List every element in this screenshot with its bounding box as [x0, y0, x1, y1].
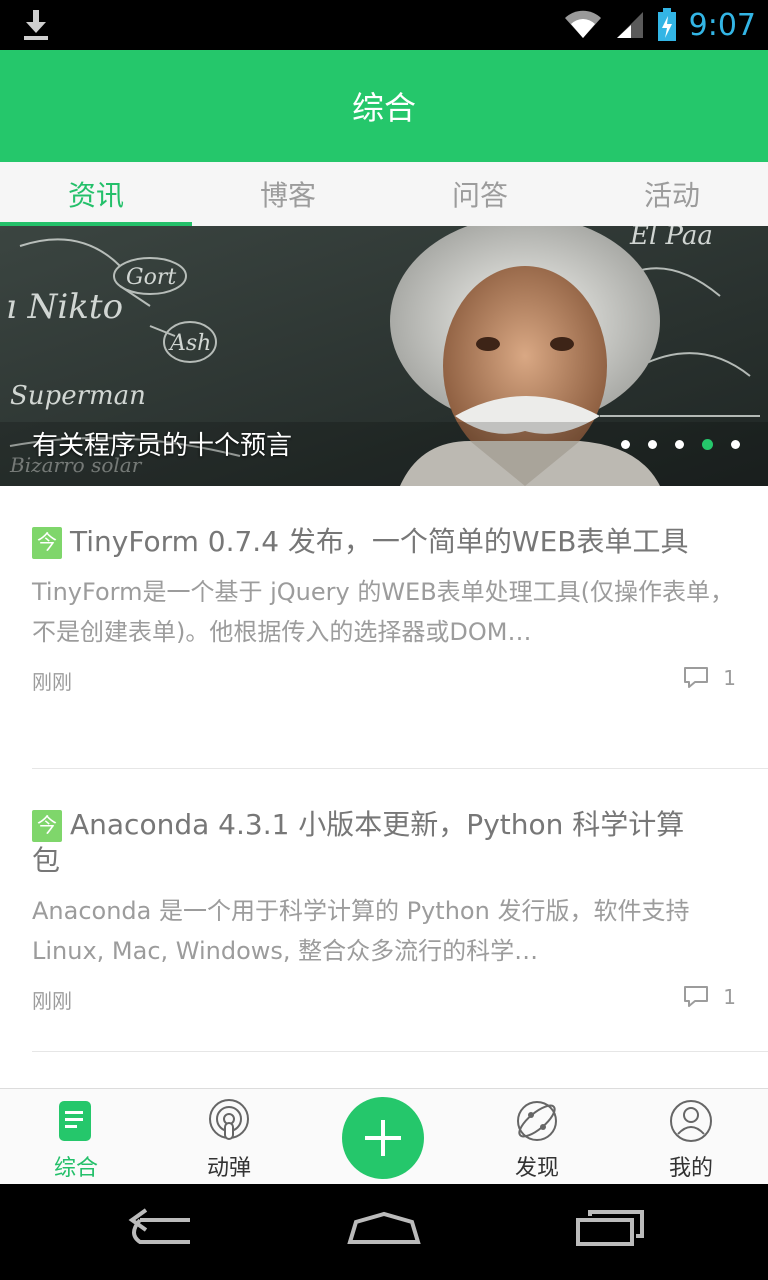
nav-label: 发现	[514, 1156, 559, 1181]
list-item[interactable]: 今 TinyForm 0.7.4 发布，一个简单的WEB表单工具 TinyForm…	[32, 524, 768, 769]
today-badge: 今	[32, 527, 62, 559]
article-list: 今 TinyForm 0.7.4 发布，一个简单的WEB表单工具 TinyForm…	[0, 486, 768, 1088]
svg-text:El Paa: El Paa	[629, 226, 713, 251]
tab-label: 资讯	[67, 179, 124, 212]
svg-text:Ash: Ash	[168, 331, 211, 356]
explore-icon	[517, 1101, 557, 1141]
page-title: 综合	[351, 89, 416, 127]
comment-count[interactable]: 1	[683, 666, 736, 690]
battery-charging-icon	[657, 8, 676, 41]
comment-count-value: 1	[723, 666, 736, 690]
banner-title: 有关程序员的十个预言	[32, 431, 293, 461]
back-icon[interactable]	[124, 1206, 196, 1250]
home-icon[interactable]	[346, 1206, 422, 1250]
carousel-dot	[621, 440, 630, 449]
carousel-dot	[648, 440, 657, 449]
article-time: 刚刚	[32, 670, 72, 694]
nav-label: 动弹	[206, 1156, 251, 1181]
svg-text:Gort: Gort	[126, 265, 176, 290]
carousel-dot	[675, 440, 684, 449]
nav-item-explore[interactable]: 发现	[477, 1089, 597, 1185]
nav-label: 综合	[53, 1156, 98, 1181]
nav-item-tweet[interactable]: 动弹	[169, 1089, 289, 1185]
add-icon	[365, 1120, 401, 1156]
article-title: 今 TinyForm 0.7.4 发布，一个简单的WEB表单工具	[32, 524, 692, 560]
today-badge: 今	[32, 810, 62, 842]
list-item[interactable]: 今 Anaconda 4.3.1 小版本更新，Python 科学计算包 Anaco…	[32, 807, 768, 1052]
article-meta: 刚刚 1	[32, 662, 768, 702]
banner-carousel[interactable]: Gort Ash ı Nikto Superman Bizarro solar …	[0, 226, 768, 486]
news-icon	[59, 1101, 91, 1141]
svg-text:ı Nikto: ı Nikto	[6, 287, 123, 327]
comment-icon	[684, 667, 709, 688]
comment-icon	[684, 986, 709, 1007]
status-time: 9:07	[688, 7, 756, 43]
profile-icon	[670, 1100, 712, 1142]
tab-label: 博客	[259, 179, 316, 212]
app-bar: 综合	[0, 50, 768, 162]
carousel-dot	[731, 440, 740, 449]
article-summary: Anaconda 是一个用于科学计算的 Python 发行版，软件支持 Linu…	[32, 897, 690, 965]
article-time: 刚刚	[32, 989, 72, 1013]
comment-count-value: 1	[723, 985, 736, 1009]
add-button[interactable]	[342, 1097, 424, 1179]
comment-count[interactable]: 1	[683, 985, 736, 1009]
tab-events[interactable]: 活动	[576, 162, 768, 226]
tab-label: 活动	[643, 179, 700, 212]
wifi-icon	[564, 10, 601, 39]
tab-news[interactable]: 资讯	[0, 162, 192, 226]
tab-blog[interactable]: 博客	[192, 162, 384, 226]
system-nav-bar	[0, 1184, 768, 1280]
recent-apps-icon[interactable]	[574, 1206, 646, 1250]
carousel-dot-active	[702, 439, 713, 450]
article-summary: TinyForm是一个基于 jQuery 的WEB表单处理工具(仅操作表单，不是…	[32, 578, 735, 646]
article-meta: 刚刚 1	[32, 981, 768, 1021]
nav-label: 我的	[668, 1156, 713, 1181]
nav-item-profile[interactable]: 我的	[631, 1089, 751, 1185]
svg-text:Superman: Superman	[10, 381, 146, 411]
signal-icon	[616, 12, 643, 38]
download-icon	[24, 10, 48, 40]
nav-item-news[interactable]: 综合	[16, 1089, 136, 1185]
article-title: 今 Anaconda 4.3.1 小版本更新，Python 科学计算包	[32, 807, 692, 879]
tweet-icon	[209, 1099, 249, 1140]
carousel-indicator	[621, 439, 740, 450]
bottom-nav: 综合 动弹 发现 我的	[0, 1088, 768, 1184]
status-bar: 9:07	[0, 0, 768, 50]
tab-qa[interactable]: 问答	[384, 162, 576, 226]
tab-bar: 资讯 博客 问答 活动	[0, 162, 768, 226]
tab-label: 问答	[451, 179, 508, 212]
article-title-text: TinyForm 0.7.4 发布，一个简单的WEB表单工具	[70, 525, 689, 558]
article-title-text: Anaconda 4.3.1 小版本更新，Python 科学计算包	[32, 808, 685, 877]
